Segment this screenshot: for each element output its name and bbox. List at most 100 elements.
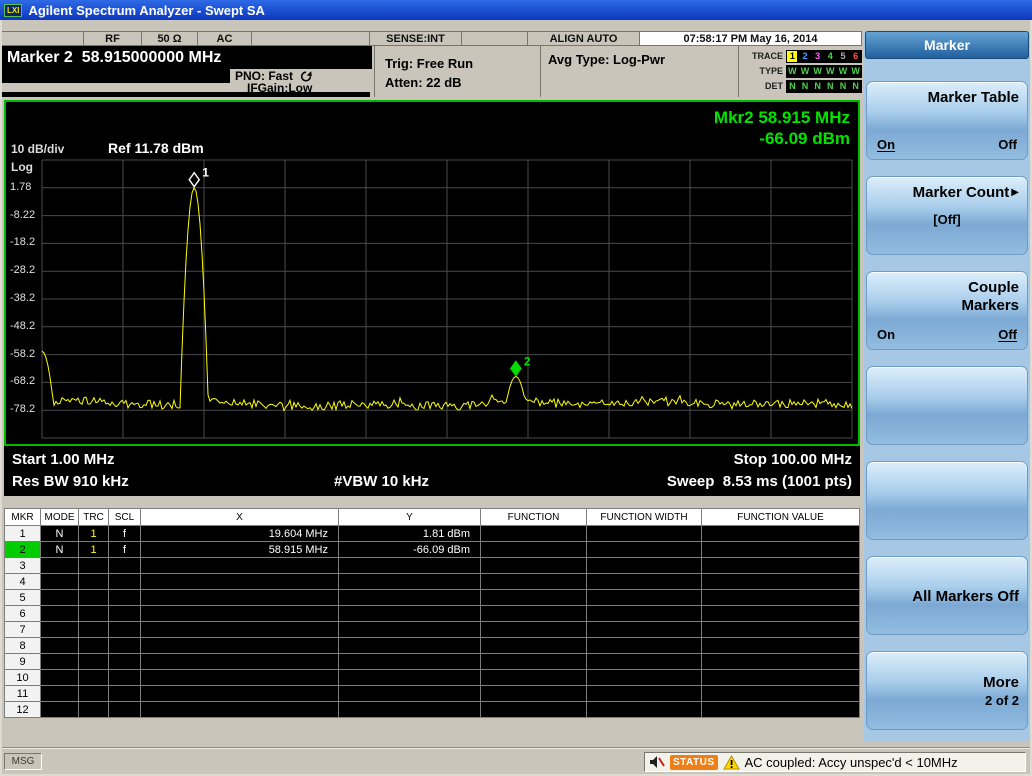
- trace-type-value: W: [851, 65, 860, 76]
- sweep-annotation-bar: Start 1.00 MHz Stop 100.00 MHz Res BW 91…: [4, 446, 860, 496]
- coupling-indicator: AC: [198, 32, 252, 45]
- y-axis-label: -28.2: [10, 264, 36, 277]
- trace-type-value: W: [838, 65, 848, 76]
- marker-mode: [41, 606, 79, 622]
- blank-cell: [2, 32, 84, 45]
- marker-trace: [79, 638, 109, 654]
- marker-function: [481, 686, 587, 702]
- marker-x-value: [141, 702, 339, 718]
- marker-table-header: SCL: [109, 509, 141, 526]
- marker-y-value: [339, 574, 481, 590]
- marker-y-value: [339, 590, 481, 606]
- marker-function-value: [702, 622, 860, 638]
- marker-table: MKR MODE TRC SCL X Y FUNCTION FUNCTION WIDTH FUN…: [4, 508, 860, 718]
- marker-trace: [79, 686, 109, 702]
- marker-y-value: [339, 670, 481, 686]
- marker-function-value: [702, 702, 860, 718]
- softkey-more[interactable]: More 2 of 2: [866, 651, 1028, 730]
- marker-function-width: [587, 686, 702, 702]
- marker-function-width: [587, 622, 702, 638]
- marker-scale: [109, 590, 141, 606]
- marker-table-on[interactable]: On: [877, 137, 895, 152]
- marker-number: 12: [5, 702, 41, 718]
- blank-cell: [252, 32, 370, 45]
- marker-function-width: [587, 542, 702, 558]
- marker-number: 3: [5, 558, 41, 574]
- marker-table-header: FUNCTION: [481, 509, 587, 526]
- trace-det-value: N: [801, 80, 809, 91]
- marker-number: 2: [5, 542, 41, 558]
- marker-mode: [41, 654, 79, 670]
- trigger-status: Trig: Free Run: [385, 56, 474, 71]
- marker-scale: [109, 702, 141, 718]
- couple-markers-label-1: Couple: [968, 279, 1019, 296]
- marker-y-value: 1.81 dBm: [339, 526, 481, 542]
- softkey-slot-1: Marker Table On Off: [864, 73, 1030, 168]
- marker-y-value: -66.09 dBm: [339, 542, 481, 558]
- trace-digit-3: 3: [815, 50, 821, 61]
- graticule: [41, 159, 853, 439]
- datetime-display: 07:58:17 PM May 16, 2014: [640, 32, 862, 45]
- marker-function-width: [587, 558, 702, 574]
- spectrum-analyzer-screen: LXI Agilent Spectrum Analyzer - Swept SA…: [0, 0, 1032, 776]
- trace-digit-6: 6: [853, 50, 859, 61]
- marker-scale: [109, 654, 141, 670]
- marker-x-value: [141, 590, 339, 606]
- submenu-arrow-icon: ▶: [1011, 187, 1019, 198]
- marker-table-off[interactable]: Off: [998, 137, 1017, 152]
- softkey-marker-table[interactable]: Marker Table On Off: [866, 81, 1028, 160]
- marker-scale: f: [109, 542, 141, 558]
- marker-y-value: [339, 558, 481, 574]
- marker-mode: N: [41, 526, 79, 542]
- softkey-marker-count[interactable]: Marker Count ▶ [Off]: [866, 176, 1028, 255]
- marker-function-width: [587, 606, 702, 622]
- couple-markers-label-2: Markers: [961, 297, 1019, 314]
- marker-x-value: [141, 686, 339, 702]
- trace-digit-1: 1: [787, 50, 798, 62]
- marker-function: [481, 558, 587, 574]
- trace-det-value: N: [839, 80, 847, 91]
- rf-indicator: RF: [84, 32, 142, 45]
- softkey-slot-7: More 2 of 2: [864, 643, 1030, 738]
- active-function-bar: Marker 2 58.915000000 MHz: [2, 46, 372, 69]
- marker-mode: [41, 638, 79, 654]
- marker-mode: N: [41, 542, 79, 558]
- pno-ifgain-area: PNO: Fast IFGain:Low: [2, 69, 372, 97]
- couple-markers-on[interactable]: On: [877, 327, 895, 342]
- y-axis-label: -48.2: [10, 319, 36, 332]
- marker-x-value: 19.604 MHz: [141, 526, 339, 542]
- couple-markers-off[interactable]: Off: [998, 327, 1017, 342]
- svg-text:1: 1: [202, 166, 209, 180]
- marker-scale: [109, 622, 141, 638]
- status-panel: STATUS AC coupled: Accy unspec'd < 10MHz: [644, 752, 1026, 772]
- trace-digit-5: 5: [840, 50, 846, 61]
- marker-function-value: [702, 558, 860, 574]
- trace-types: WWWWWW: [786, 64, 862, 78]
- title-bar: LXI Agilent Spectrum Analyzer - Swept SA: [0, 0, 1032, 20]
- marker-scale: [109, 574, 141, 590]
- y-axis-label: -68.2: [10, 375, 36, 388]
- softkey-slot-5: [864, 453, 1030, 548]
- marker-trace: [79, 622, 109, 638]
- marker-function-value: [702, 542, 860, 558]
- marker-x-value: [141, 622, 339, 638]
- sense-indicator: SENSE:INT: [370, 32, 462, 45]
- blank-cell: [462, 32, 528, 45]
- softkey-couple-markers[interactable]: Couple Markers On Off: [866, 271, 1028, 350]
- marker-y-value: [339, 702, 481, 718]
- marker-mode: [41, 670, 79, 686]
- softkey-all-markers-off[interactable]: All Markers Off: [866, 556, 1028, 635]
- lxi-logo-icon: LXI: [4, 3, 23, 17]
- marker-table-header: MODE: [41, 509, 79, 526]
- marker-function: [481, 590, 587, 606]
- all-markers-off-label: All Markers Off: [912, 588, 1019, 605]
- marker-number: 1: [5, 526, 41, 542]
- marker-mode: [41, 686, 79, 702]
- marker-mode: [41, 622, 79, 638]
- marker-table-header: X: [141, 509, 339, 526]
- trace-det-value: N: [827, 80, 834, 91]
- warning-icon: [722, 754, 740, 769]
- trace-type-value: W: [788, 65, 797, 76]
- marker-number: 4: [5, 574, 41, 590]
- marker-x-value: [141, 670, 339, 686]
